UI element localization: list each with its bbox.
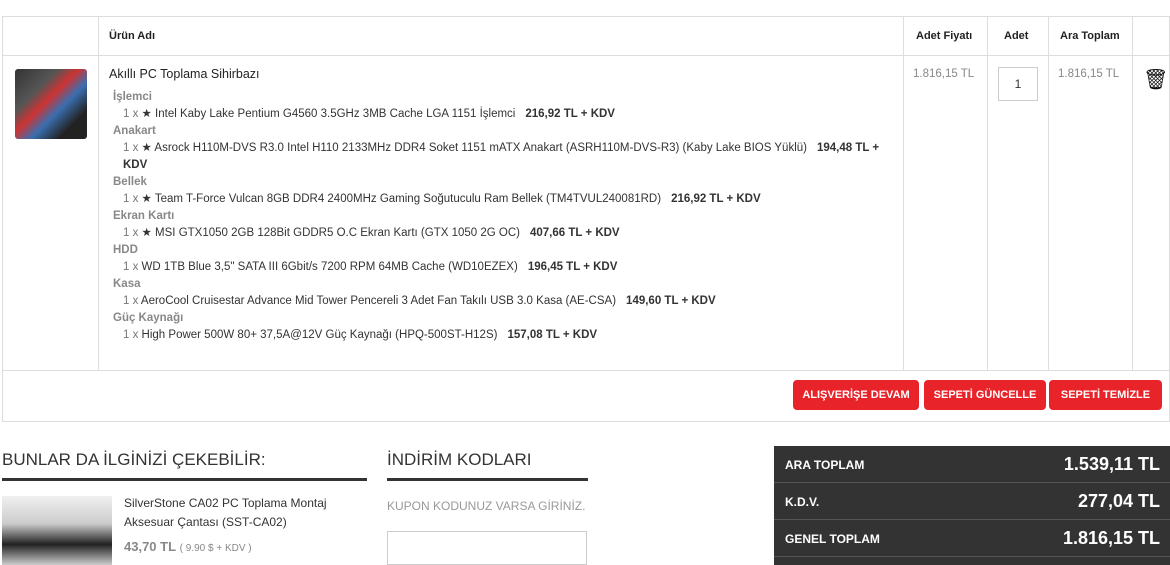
component-qty: 1 x (123, 193, 139, 205)
col-divider (1132, 17, 1133, 371)
component-category: Güç Kaynağı (113, 312, 184, 324)
component-item: 1 x ★ Team T-Force Vulcan 8GB DDR4 2400M… (123, 191, 899, 208)
component-price: 149,60 TL + KDV (626, 295, 716, 307)
component-name[interactable]: ★ Intel Kaby Lake Pentium G4560 3.5GHz 3… (142, 108, 516, 120)
component-qty: 1 x (123, 227, 139, 239)
totals-panel: ARA TOPLAM 1.539,11 TL K.D.V. 277,04 TL GE… (774, 446, 1170, 565)
cart-actions: ALIŞVERİŞE DEVAM SEPETİ GÜNCELLE SEPETİ … (3, 370, 1169, 421)
component-category: Anakart (113, 125, 156, 137)
product-details: Akıllı PC Toplama Sihirbazı İşlemci 1 x … (109, 67, 899, 344)
component-item: 1 x AeroCool Cruisestar Advance Mid Towe… (123, 293, 899, 310)
total-row: ARA TOPLAM 1.539,11 TL (774, 446, 1170, 483)
header-unit-price: Adet Fiyatı (916, 30, 973, 42)
trash-icon[interactable]: 🗑 (1143, 67, 1168, 92)
coupon-label: KUPON KODUNUZ VARSA GİRİNİZ. (387, 499, 586, 513)
unit-price: 1.816,15 TL (913, 68, 975, 80)
col-divider (987, 17, 988, 371)
suggested-product-image[interactable] (2, 496, 112, 565)
header-product: Ürün Adı (109, 30, 156, 42)
total-value: 1.816,15 TL (1062, 528, 1160, 548)
quantity-input[interactable]: 1 (998, 67, 1038, 101)
clear-cart-button[interactable]: SEPETİ TEMİZLE (1049, 380, 1162, 410)
total-row: GENEL TOPLAM 1.816,15 TL (774, 520, 1170, 557)
component-item: 1 x ★ Asrock H110M-DVS R3.0 Intel H110 2… (123, 140, 899, 174)
component-item: 1 x ★ MSI GTX1050 2GB 128Bit GDDR5 O.C E… (123, 225, 899, 242)
component-qty: 1 x (123, 329, 139, 341)
component-qty: 1 x (123, 108, 139, 120)
component-price: 216,92 TL + KDV (671, 193, 761, 205)
continue-shopping-button[interactable]: ALIŞVERİŞE DEVAM (793, 380, 919, 410)
component-item: 1 x ★ Intel Kaby Lake Pentium G4560 3.5G… (123, 106, 899, 123)
component-qty: 1 x (123, 142, 139, 154)
total-label: ARA TOPLAM (785, 458, 865, 472)
component-price: 216,92 TL + KDV (525, 108, 615, 120)
total-row: K.D.V. 277,04 TL (774, 483, 1170, 520)
col-divider (1048, 17, 1049, 371)
coupon-input[interactable] (387, 531, 587, 565)
component-category: İşlemci (113, 91, 152, 103)
divider (2, 478, 367, 481)
component-name[interactable]: ★ MSI GTX1050 2GB 128Bit GDDR5 O.C Ekran… (142, 227, 520, 239)
component-qty: 1 x (123, 295, 139, 307)
header-subtotal: Ara Toplam (1060, 30, 1120, 42)
update-cart-button[interactable]: SEPETİ GÜNCELLE (924, 380, 1046, 410)
suggested-product-name[interactable]: SilverStone CA02 PC Toplama Montaj Akses… (124, 494, 344, 532)
component-name[interactable]: High Power 500W 80+ 37,5A@12V Güç Kaynağ… (142, 329, 498, 341)
component-item: 1 x High Power 500W 80+ 37,5A@12V Güç Ka… (123, 327, 899, 344)
component-price: 196,45 TL + KDV (527, 261, 618, 273)
total-label: K.D.V. (785, 495, 820, 509)
col-divider (98, 17, 99, 371)
component-name[interactable]: AeroCool Cruisestar Advance Mid Tower Pe… (141, 295, 616, 307)
component-qty: 1 x (123, 261, 139, 273)
suggestions-title: BUNLAR DA İLGİNİZİ ÇEKEBİLİR: (2, 450, 266, 469)
component-item: 1 x WD 1TB Blue 3,5" SATA III 6Gbit/s 72… (123, 259, 899, 276)
total-value: 277,04 TL (1077, 491, 1160, 511)
component-category: HDD (113, 244, 138, 256)
product-title[interactable]: Akıllı PC Toplama Sihirbazı (109, 67, 899, 81)
total-value: 1.539,11 TL (1063, 454, 1160, 474)
col-divider (903, 17, 904, 371)
component-name[interactable]: WD 1TB Blue 3,5" SATA III 6Gbit/s 7200 R… (142, 261, 518, 273)
suggested-product-price: 43,70 TL ( 9.90 $ + KDV ) (124, 539, 252, 554)
component-name[interactable]: ★ Team T-Force Vulcan 8GB DDR4 2400MHz G… (142, 193, 662, 205)
price-note: ( 9.90 $ + KDV ) (179, 543, 252, 554)
divider (387, 478, 588, 481)
component-category: Kasa (113, 278, 141, 290)
component-category: Ekran Kartı (113, 210, 175, 222)
table-header (3, 17, 1169, 56)
component-name[interactable]: ★ Asrock H110M-DVS R3.0 Intel H110 2133M… (142, 142, 807, 154)
component-price: 157,08 TL + KDV (507, 329, 598, 341)
total-label: GENEL TOPLAM (785, 532, 880, 546)
product-image[interactable] (15, 69, 87, 139)
row-subtotal: 1.816,15 TL (1058, 68, 1120, 80)
header-qty: Adet (1004, 30, 1029, 42)
cart-table: Ürün Adı Adet Fiyatı Adet Ara Toplam Akı… (2, 16, 1170, 422)
price: 43,70 TL (124, 539, 177, 554)
coupon-title: İNDİRİM KODLARI (387, 450, 532, 469)
component-price: 407,66 TL + KDV (530, 227, 620, 239)
component-category: Bellek (113, 176, 147, 188)
